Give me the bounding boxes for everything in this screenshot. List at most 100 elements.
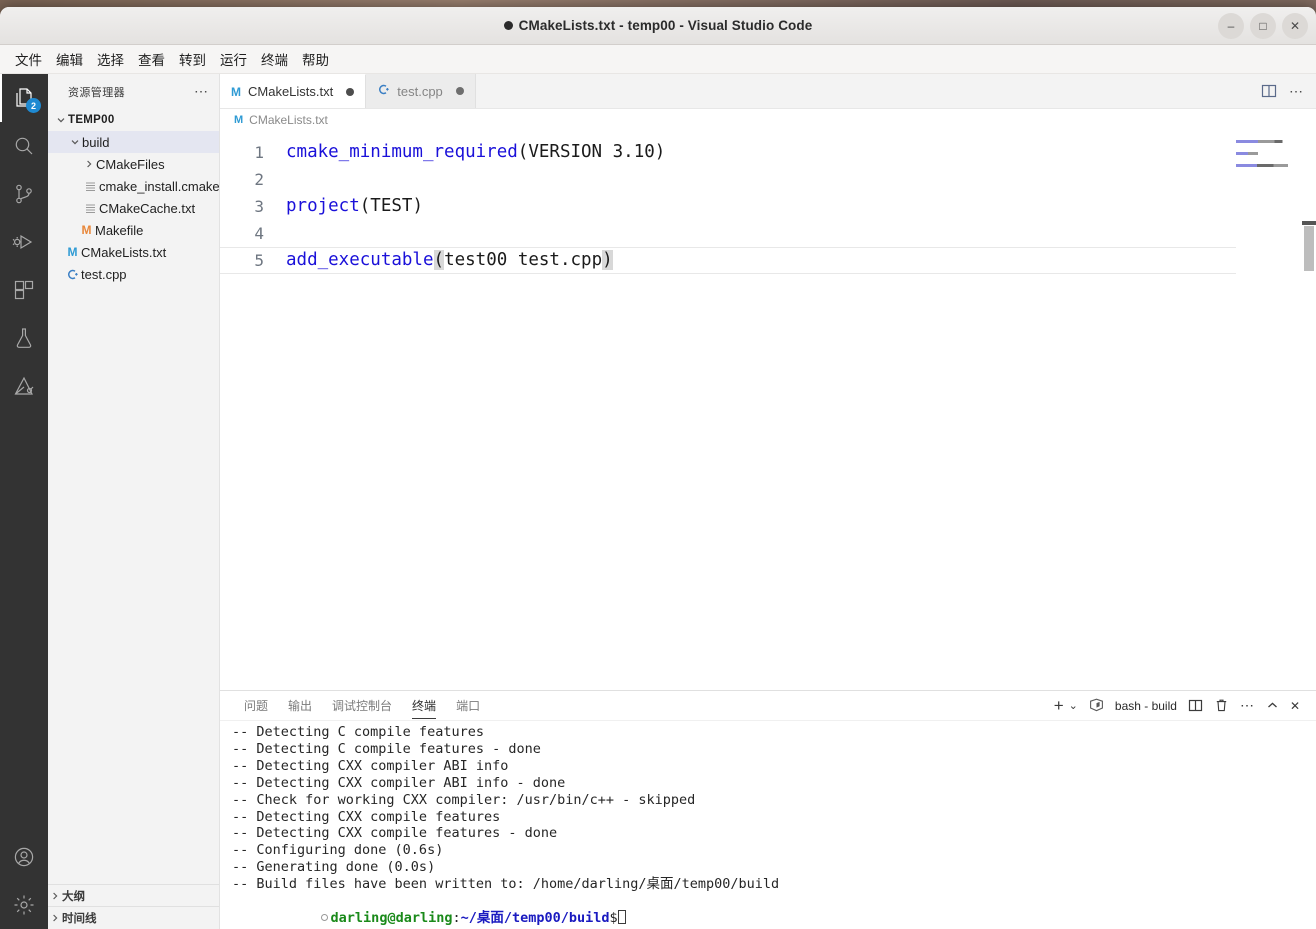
tab-testcpp[interactable]: test.cpp — [366, 74, 476, 108]
activity-account[interactable] — [0, 833, 48, 881]
tree-item-makefile[interactable]: M Makefile — [48, 219, 219, 241]
search-icon — [15, 137, 33, 155]
menu-file[interactable]: 文件 — [8, 46, 49, 72]
tab-label: test.cpp — [397, 83, 443, 99]
tree-item-label: CMakeLists.txt — [81, 244, 167, 260]
split-editor-icon[interactable] — [1261, 83, 1277, 99]
tab-dirty-indicator[interactable] — [455, 87, 464, 95]
terminal-line: -- Generating done (0.0s) — [232, 859, 436, 876]
tree-item-testcpp[interactable]: test.cpp — [48, 263, 219, 285]
cmake-file-icon: M — [231, 84, 241, 99]
editor-tabs: M CMakeLists.txt test.cpp ⋯ — [220, 74, 1316, 109]
prompt-separator: : — [452, 909, 461, 926]
workbench-body: 2 资源管理器 ⋯ TEMP00 build CMakeFiles cmake_… — [0, 74, 1316, 929]
panel-tab-output[interactable]: 输出 — [278, 691, 322, 721]
editor-more-actions-icon[interactable]: ⋯ — [1289, 83, 1304, 100]
activity-testing[interactable] — [0, 314, 48, 362]
minimize-button[interactable]: – — [1218, 13, 1244, 39]
breadcrumb: M CMakeLists.txt — [220, 109, 1316, 131]
code-line[interactable]: 3 project(TEST) — [220, 193, 1316, 220]
panel-tab-terminal[interactable]: 终端 — [402, 691, 446, 721]
tab-dirty-indicator[interactable] — [346, 87, 355, 96]
line-number: 4 — [254, 224, 264, 243]
panel-tab-ports[interactable]: 端口 — [446, 691, 490, 721]
minimap[interactable] — [1236, 131, 1302, 690]
line-number: 2 — [254, 170, 264, 189]
menu-terminal[interactable]: 终端 — [254, 46, 295, 72]
cpp-file-icon — [64, 268, 81, 281]
tree-item-cmakelists[interactable]: M CMakeLists.txt — [48, 241, 219, 263]
panel-tab-problems[interactable]: 问题 — [234, 691, 278, 721]
settings-file-icon — [82, 181, 99, 192]
activity-files-explorer[interactable]: 2 — [0, 74, 48, 122]
command-decoration-icon — [320, 914, 328, 922]
new-terminal-button[interactable]: + — [1054, 697, 1064, 714]
code-line[interactable]: 4 — [220, 220, 1316, 247]
activity-source-control[interactable] — [0, 170, 48, 218]
terminal-line: -- Check for working CXX compiler: /usr/… — [232, 791, 696, 808]
tree-item-label: CMakeFiles — [96, 156, 165, 172]
line-text: add_executable(test00 test.cpp) — [286, 250, 613, 270]
terminal-name-label[interactable]: bash - build — [1115, 699, 1177, 713]
code-line[interactable]: 1 cmake_minimum_required(VERSION 3.10) — [220, 139, 1316, 166]
close-button[interactable]: ✕ — [1282, 13, 1308, 39]
close-panel-icon[interactable]: ✕ — [1290, 699, 1300, 713]
tree-root-temp00[interactable]: TEMP00 — [48, 109, 219, 131]
terminal-line: -- Detecting C compile features - done — [232, 740, 541, 757]
panel-tab-debug-console[interactable]: 调试控制台 — [322, 691, 402, 721]
tree-item-cmakefiles[interactable]: CMakeFiles — [48, 153, 219, 175]
code-line[interactable]: 2 — [220, 166, 1316, 193]
tree-item-build[interactable]: build — [48, 131, 219, 153]
terminal-line: -- Detecting CXX compiler ABI info — [232, 757, 509, 774]
menu-help[interactable]: 帮助 — [295, 46, 336, 72]
menu-edit[interactable]: 编辑 — [49, 46, 90, 72]
menu-go[interactable]: 转到 — [172, 46, 213, 72]
terminal-line: -- Detecting C compile features — [232, 724, 484, 740]
testing-flask-icon — [16, 328, 32, 348]
tab-cmakelists[interactable]: M CMakeLists.txt — [220, 74, 367, 108]
sidebar-section-timeline[interactable]: 时间线 — [48, 907, 219, 929]
menu-selection[interactable]: 选择 — [90, 46, 131, 72]
code-line-current[interactable]: 5 add_executable(test00 test.cpp) — [220, 247, 1316, 274]
cpp-file-icon — [377, 83, 390, 99]
run-and-debug-icon — [12, 234, 33, 250]
file-tree: TEMP00 build CMakeFiles cmake_install.cm… — [48, 109, 219, 884]
terminal-line: -- Configuring done (0.6s) — [232, 842, 444, 859]
minimap-line — [1236, 152, 1258, 155]
breadcrumb-label[interactable]: CMakeLists.txt — [249, 113, 328, 127]
makefile-icon: M — [81, 223, 92, 237]
editor-scrollbar[interactable] — [1302, 131, 1316, 690]
title-dirty-dot — [503, 21, 513, 30]
activity-search[interactable] — [0, 122, 48, 170]
chevron-down-icon — [68, 137, 82, 147]
window-title: CMakeLists.txt - temp00 - Visual Studio … — [503, 18, 813, 33]
terminal-cursor — [617, 909, 626, 924]
trash-icon[interactable] — [1214, 698, 1229, 713]
chevron-up-icon[interactable] — [1266, 699, 1279, 712]
activity-extensions[interactable] — [0, 266, 48, 314]
code-content[interactable]: 1 cmake_minimum_required(VERSION 3.10) 2… — [220, 131, 1316, 274]
menu-view[interactable]: 查看 — [131, 46, 172, 72]
panel-actions: + ⌄ bash - build ⋯ ✕ — [1054, 697, 1310, 714]
sidebar-bottom-sections: 大纲 时间线 — [48, 884, 219, 929]
chevron-down-icon[interactable]: ⌄ — [1069, 699, 1078, 712]
tree-item-cmakecache[interactable]: CMakeCache.txt — [48, 197, 219, 219]
sidebar-more-icon[interactable]: ⋯ — [194, 83, 209, 100]
cmake-file-icon: M — [67, 245, 78, 259]
menu-run[interactable]: 运行 — [213, 46, 254, 72]
tree-item-label: test.cpp — [81, 266, 127, 282]
sidebar-section-outline[interactable]: 大纲 — [48, 885, 219, 907]
terminal-output[interactable]: -- Detecting C compile features -- Detec… — [220, 721, 1316, 929]
activity-settings[interactable] — [0, 881, 48, 929]
tree-item-cmake-install[interactable]: cmake_install.cmake — [48, 175, 219, 197]
activity-cmake-tools[interactable] — [0, 362, 48, 410]
scrollbar-thumb[interactable] — [1304, 226, 1314, 271]
split-terminal-icon[interactable] — [1188, 698, 1203, 713]
panel-more-icon[interactable]: ⋯ — [1240, 697, 1255, 714]
maximize-button[interactable]: □ — [1250, 13, 1276, 39]
activity-run-and-debug[interactable] — [0, 218, 48, 266]
settings-gear-icon — [14, 895, 34, 915]
scrollbar-overview-marker — [1302, 221, 1316, 225]
editor-group: M CMakeLists.txt test.cpp ⋯ M CMakeLists… — [220, 74, 1316, 929]
editor-text-area[interactable]: 1 cmake_minimum_required(VERSION 3.10) 2… — [220, 131, 1316, 690]
